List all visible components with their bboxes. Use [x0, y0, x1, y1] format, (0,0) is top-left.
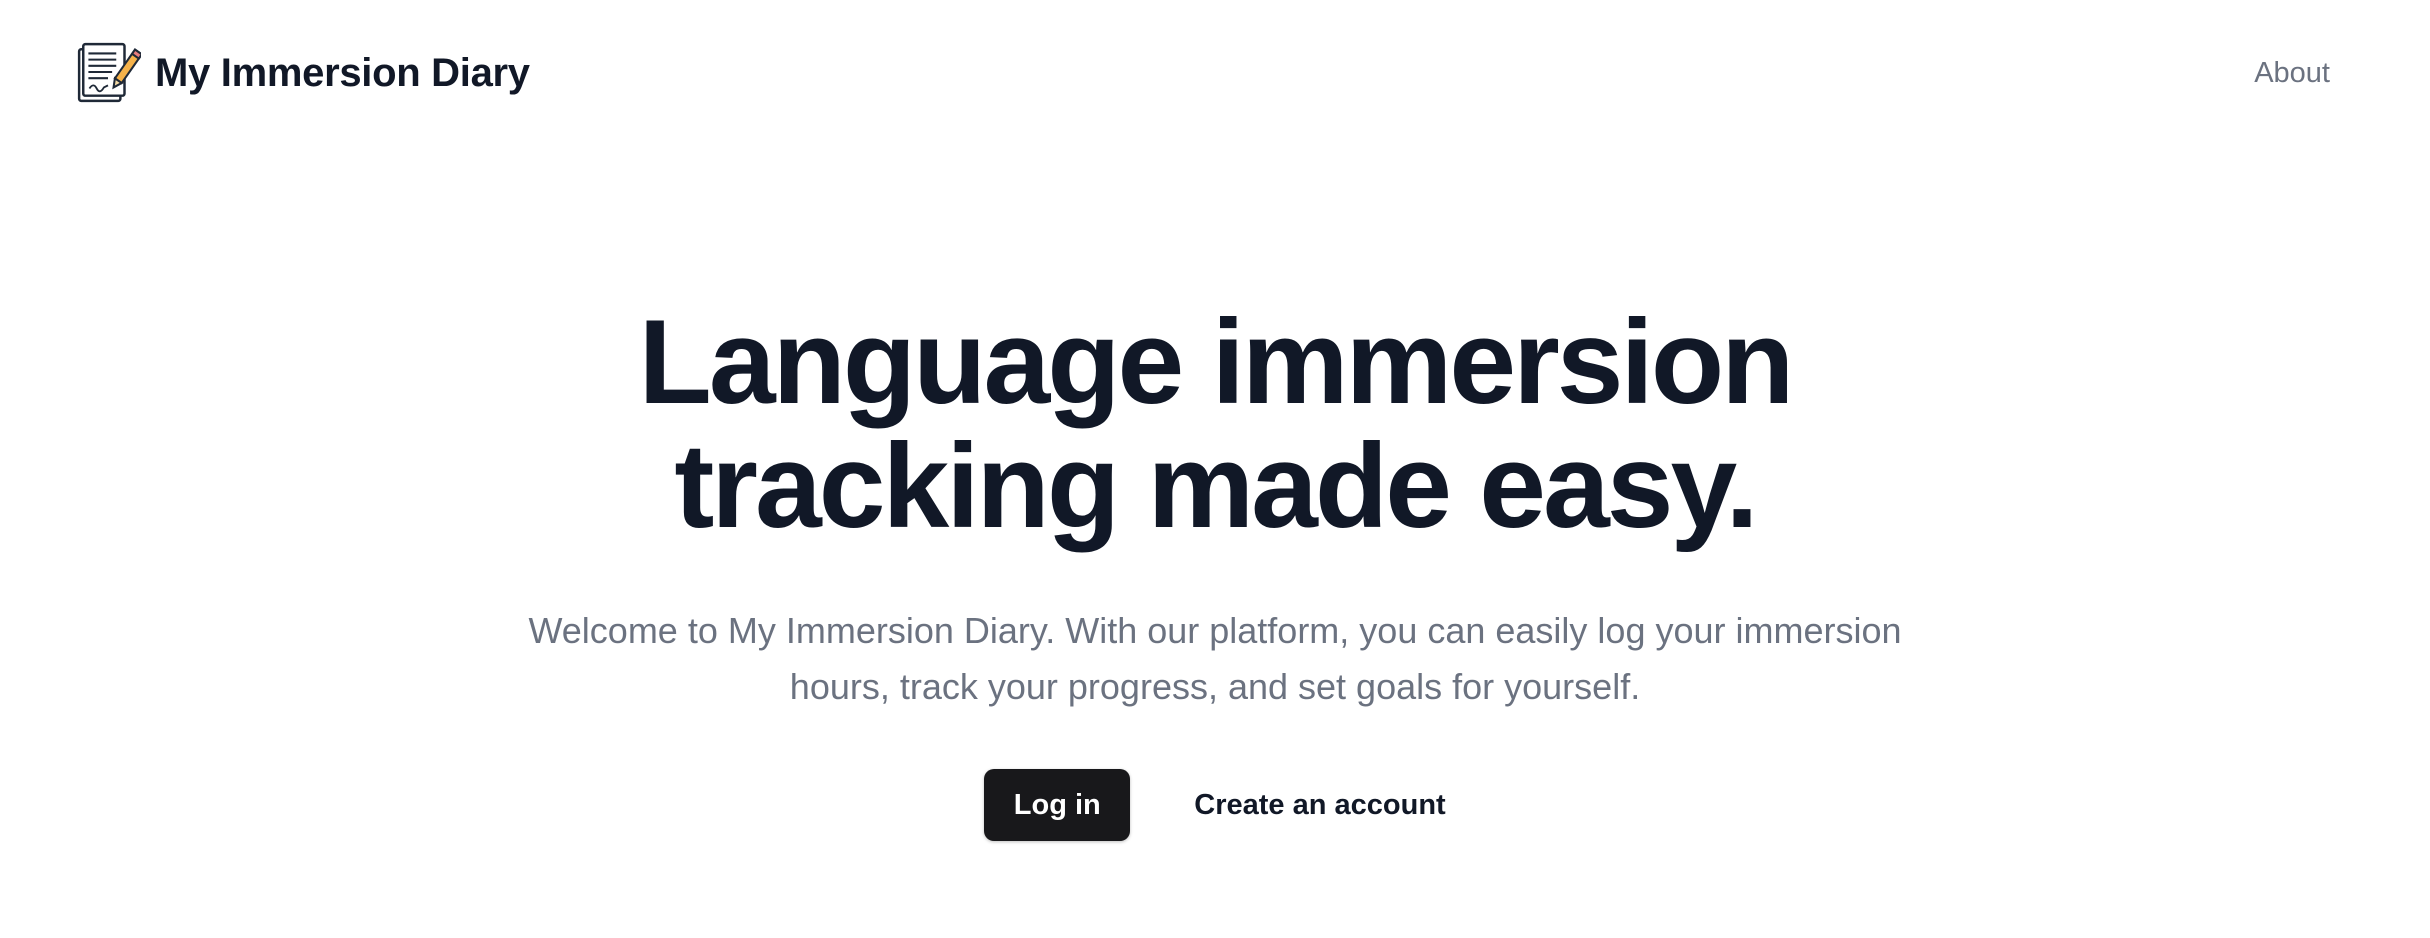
diary-pencil-icon: [77, 42, 141, 103]
hero-title: Language immersion tracking made easy.: [565, 300, 1865, 548]
site-header: My Immersion Diary About: [75, 36, 2355, 110]
hero-title-line-1: Language immersion: [638, 295, 1795, 429]
brand-name: My Immersion Diary: [155, 50, 530, 95]
nav-about-link[interactable]: About: [2254, 57, 2330, 90]
hero-subtitle: Welcome to My Immersion Diary. With our …: [465, 603, 1965, 715]
hero-title-line-2: tracking made easy.: [674, 419, 1758, 553]
login-button[interactable]: Log in: [984, 769, 1131, 841]
hero-subtitle-line-2: hours, track your progress, and set goal…: [789, 666, 1641, 707]
hero-actions: Log in Create an account: [0, 769, 2430, 841]
hero-section: Language immersion tracking made easy. W…: [0, 300, 2430, 841]
create-account-link[interactable]: Create an account: [1194, 789, 1445, 822]
hero-subtitle-line-1: Welcome to My Immersion Diary. With our …: [528, 610, 1902, 651]
brand-home-link[interactable]: My Immersion Diary: [75, 40, 530, 106]
landing-page: My Immersion Diary About Language immers…: [0, 0, 2430, 938]
